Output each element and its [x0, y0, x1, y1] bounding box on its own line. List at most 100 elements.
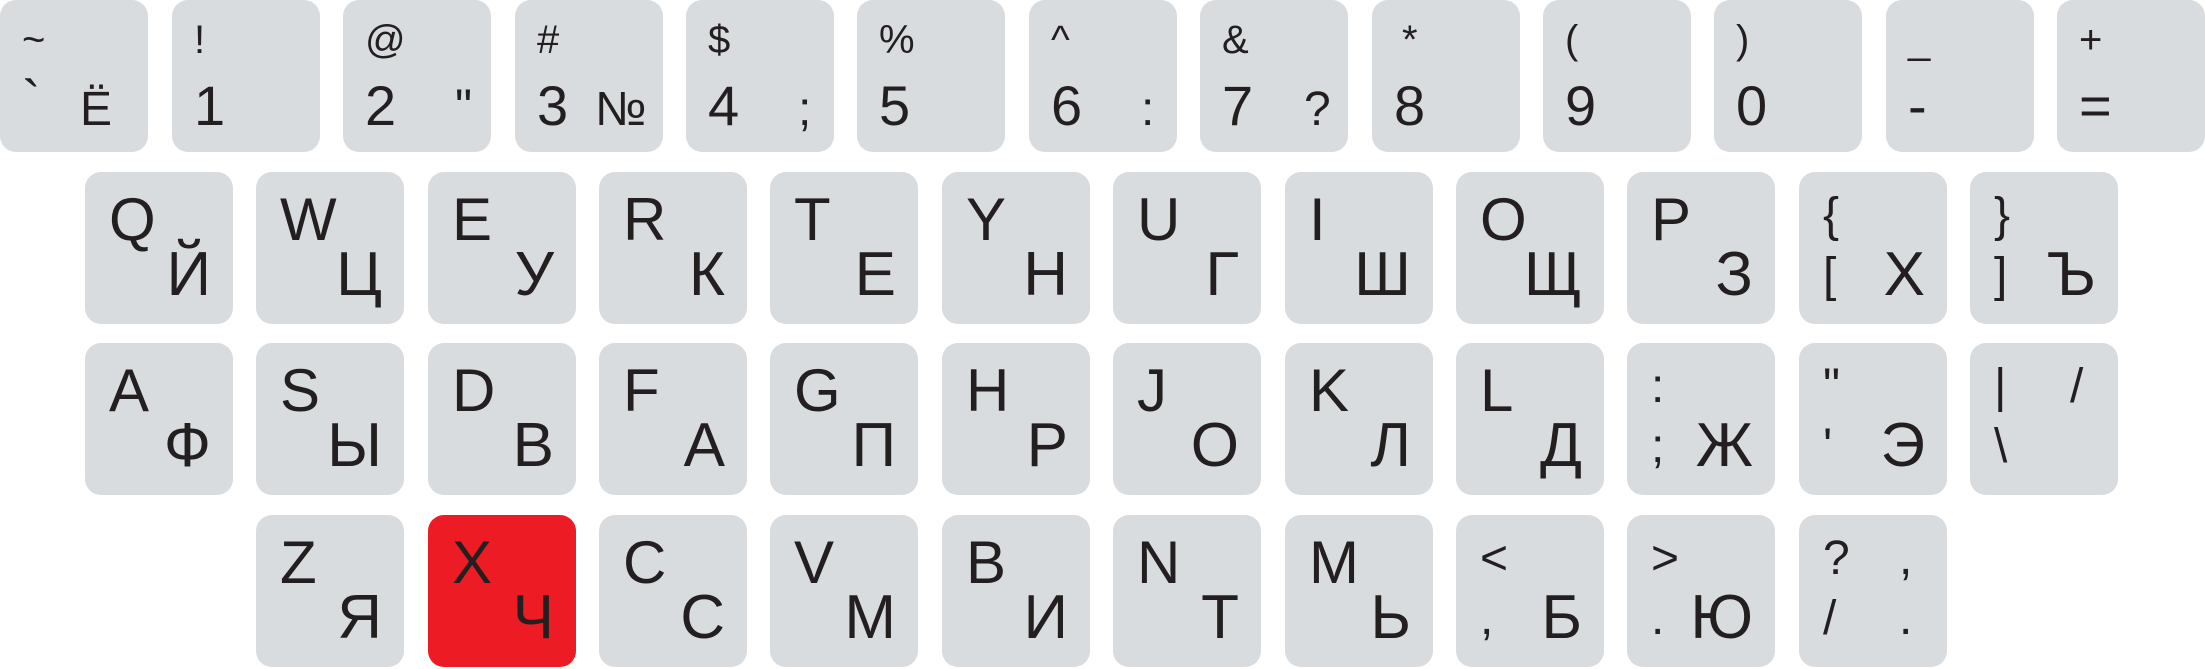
key-cyrillic-letter: Э [1880, 411, 1925, 480]
key-equals[interactable]: + = [2057, 0, 2205, 152]
key-r[interactable]: R К [599, 172, 747, 324]
key-cyrillic-letter: А [683, 411, 725, 480]
key-p[interactable]: P З [1627, 172, 1775, 324]
key-k[interactable]: K Л [1285, 343, 1433, 495]
key-cyrillic-letter: Щ [1523, 240, 1582, 309]
key-1[interactable]: ! 1 [172, 0, 320, 152]
key-4[interactable]: $ 4 ; [686, 0, 834, 152]
key-a[interactable]: A Ф [85, 343, 233, 495]
key-right-bracket[interactable]: } ] Ъ [1970, 172, 2118, 324]
key-s[interactable]: S Ы [256, 343, 404, 495]
key-w[interactable]: W Ц [256, 172, 404, 324]
key-h[interactable]: H Р [942, 343, 1090, 495]
key-2[interactable]: @ 2 " [343, 0, 491, 152]
key-main-symbol: 0 [1736, 74, 1768, 137]
key-l[interactable]: L Д [1456, 343, 1604, 495]
key-cyrillic-symbol: / [2070, 360, 2084, 413]
key-cyrillic-letter: Л [1370, 411, 1411, 480]
key-main-symbol: / [1823, 592, 1837, 645]
key-cyrillic-letter: Й [166, 240, 211, 309]
key-8[interactable]: * 8 [1372, 0, 1520, 152]
key-comma[interactable]: < , Б [1456, 515, 1604, 667]
key-backslash[interactable]: | \ / [1970, 343, 2118, 495]
key-cyrillic-letter: Ы [327, 411, 382, 480]
key-shift-symbol: > [1651, 532, 1680, 585]
key-backtick[interactable]: ~ ` Ё [0, 0, 148, 152]
key-9[interactable]: ( 9 [1543, 0, 1691, 152]
key-6[interactable]: ^ 6 : [1029, 0, 1177, 152]
key-3[interactable]: # 3 № [515, 0, 663, 152]
key-cyrillic-symbol: Ё [80, 83, 113, 136]
key-v[interactable]: V М [770, 515, 918, 667]
key-main-symbol: . [1651, 592, 1665, 645]
key-main-symbol: 2 [365, 74, 397, 137]
key-shift-symbol: ) [1736, 18, 1750, 62]
key-n[interactable]: N Т [1113, 515, 1261, 667]
key-period[interactable]: > . Ю [1627, 515, 1775, 667]
key-cyrillic-letter: И [1023, 583, 1068, 652]
key-i[interactable]: I Ш [1285, 172, 1433, 324]
key-cyrillic-letter: З [1715, 240, 1753, 309]
key-shift-symbol: ! [194, 18, 206, 62]
key-cyrillic-letter: В [512, 411, 554, 480]
key-u[interactable]: U Г [1113, 172, 1261, 324]
key-latin-letter: K [1309, 357, 1350, 424]
key-q[interactable]: Q Й [85, 172, 233, 324]
key-cyrillic-shift-symbol: , [1899, 532, 1913, 585]
key-main-symbol: 6 [1051, 74, 1083, 137]
key-5[interactable]: % 5 [857, 0, 1005, 152]
key-d[interactable]: D В [428, 343, 576, 495]
key-left-bracket[interactable]: { [ Х [1799, 172, 1947, 324]
key-shift-symbol: * [1402, 18, 1418, 62]
key-c[interactable]: C С [599, 515, 747, 667]
key-y[interactable]: Y Н [942, 172, 1090, 324]
key-cyrillic-letter: Я [337, 583, 382, 652]
key-quote[interactable]: " ' Э [1799, 343, 1947, 495]
key-cyrillic-letter: Р [1026, 411, 1068, 480]
key-minus[interactable]: _ - [1886, 0, 2034, 152]
key-main-symbol: 7 [1222, 74, 1254, 137]
key-cyrillic-letter: К [688, 240, 725, 309]
key-latin-letter: B [966, 529, 1007, 596]
key-m[interactable]: M Ь [1285, 515, 1433, 667]
key-f[interactable]: F А [599, 343, 747, 495]
key-shift-symbol: ^ [1051, 18, 1070, 62]
key-cyrillic-symbol: ; [798, 83, 812, 136]
key-shift-symbol: @ [365, 18, 406, 62]
key-0[interactable]: ) 0 [1714, 0, 1862, 152]
key-shift-symbol: | [1994, 360, 2007, 413]
key-b[interactable]: B И [942, 515, 1090, 667]
key-latin-letter: X [452, 529, 493, 596]
key-main-symbol: 4 [708, 74, 740, 137]
key-cyrillic-letter: Д [1540, 411, 1582, 480]
key-e[interactable]: E У [428, 172, 576, 324]
key-latin-letter: G [794, 357, 841, 424]
key-latin-letter: E [452, 186, 493, 253]
key-cyrillic-symbol: ? [1304, 83, 1331, 136]
key-latin-letter: N [1137, 529, 1181, 596]
key-o[interactable]: O Щ [1456, 172, 1604, 324]
key-main-symbol: ' [1823, 420, 1833, 473]
key-main-symbol: 9 [1565, 74, 1597, 137]
key-t[interactable]: T Е [770, 172, 918, 324]
key-j[interactable]: J О [1113, 343, 1261, 495]
key-latin-letter: I [1309, 186, 1326, 253]
key-latin-letter: P [1651, 186, 1692, 253]
key-latin-letter: Y [966, 186, 1007, 253]
key-latin-letter: A [109, 357, 150, 424]
key-latin-letter: O [1480, 186, 1527, 253]
key-cyrillic-letter: Ь [1370, 583, 1411, 652]
key-semicolon[interactable]: : ; Ж [1627, 343, 1775, 495]
key-x-highlighted[interactable]: X Ч [428, 515, 576, 667]
key-shift-symbol: < [1480, 532, 1509, 585]
key-latin-letter: Q [109, 186, 156, 253]
key-g[interactable]: G П [770, 343, 918, 495]
key-latin-letter: U [1137, 186, 1181, 253]
key-shift-symbol: % [879, 18, 915, 62]
key-7[interactable]: & 7 ? [1200, 0, 1348, 152]
key-cyrillic-letter: Г [1205, 240, 1239, 309]
key-latin-letter: S [280, 357, 321, 424]
key-z[interactable]: Z Я [256, 515, 404, 667]
key-main-symbol: 8 [1394, 74, 1426, 137]
key-slash[interactable]: ? / , . [1799, 515, 1947, 667]
